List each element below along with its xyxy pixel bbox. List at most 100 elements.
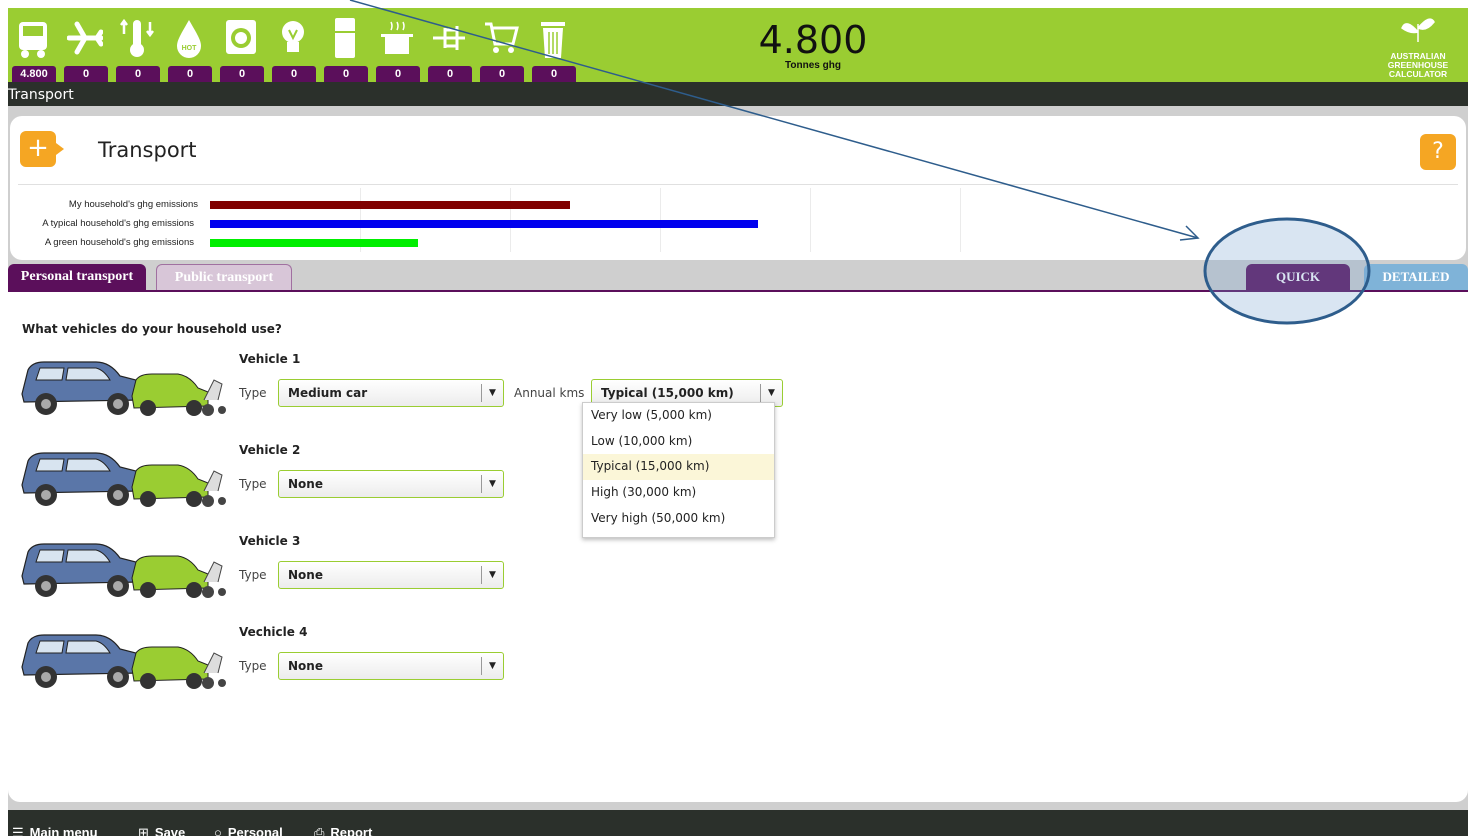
- header: 4.800 0 0 HOT 0 0 0 0 0 0 0 0 4.800 Tonn…: [8, 8, 1468, 106]
- select-value: None: [288, 568, 323, 582]
- light-bulb-icon: [282, 21, 304, 52]
- hot-water-drop-icon: HOT: [177, 20, 201, 58]
- annual-kms-label: Annual kms: [514, 386, 585, 400]
- select-value: Typical (15,000 km): [601, 386, 734, 400]
- personal-label: Personal: [227, 825, 283, 836]
- kms-option[interactable]: Very low (5,000 km): [583, 403, 774, 429]
- total-value: 4.800: [758, 18, 868, 62]
- divider: [18, 184, 1458, 185]
- category-appliances[interactable]: 0: [426, 8, 472, 82]
- report-label: Report: [330, 825, 373, 836]
- logo-line-3: CALCULATOR: [1388, 69, 1448, 79]
- emission-bar-row-typical: A typical household's ghg emissions: [10, 217, 1466, 231]
- save-button[interactable]: ⊞ Save: [138, 825, 185, 836]
- report-button[interactable]: ⎙ Report: [314, 825, 372, 836]
- add-button[interactable]: +: [20, 131, 64, 167]
- vehicle-type-select[interactable]: None ▼: [278, 561, 504, 589]
- report-icon: ⎙: [314, 825, 325, 836]
- cooking-pot-icon: [381, 21, 413, 54]
- category-badge: 0: [532, 66, 576, 82]
- total-unit: Tonnes ghg: [785, 60, 841, 71]
- category-laundry[interactable]: 0: [218, 8, 264, 82]
- type-label: Type: [239, 568, 267, 582]
- category-fridge[interactable]: 0: [322, 8, 368, 82]
- category-hot-water[interactable]: HOT 0: [166, 8, 212, 82]
- calculator-logo: AUSTRALIAN GREENHOUSE CALCULATOR: [1378, 14, 1458, 84]
- vehicles-illustration-icon: [21, 452, 226, 507]
- personal-button[interactable]: ○ Personal: [214, 825, 283, 836]
- category-badge: 0: [272, 66, 316, 82]
- vehicle-title: Vehicle 1: [239, 352, 301, 366]
- select-value: None: [288, 659, 323, 673]
- fridge-icon: [335, 18, 355, 58]
- bar-label: A typical household's ghg emissions: [42, 218, 194, 229]
- vehicle-title: Vehicle 2: [239, 443, 301, 457]
- total-emissions: 4.800 Tonnes ghg: [708, 20, 918, 71]
- vehicle-type-select[interactable]: None ▼: [278, 470, 504, 498]
- bus-icon: [19, 22, 47, 58]
- kms-option[interactable]: Low (10,000 km): [583, 429, 774, 455]
- main-menu-label: Main menu: [29, 825, 98, 836]
- power-plug-icon: [433, 26, 465, 50]
- category-heating[interactable]: 0: [114, 8, 160, 82]
- category-badge: 0: [116, 66, 160, 82]
- bar-label: My household's ghg emissions: [68, 199, 198, 210]
- category-badge: 4.800: [12, 66, 56, 82]
- chevron-down-icon[interactable]: ▼: [481, 657, 503, 675]
- help-button[interactable]: ?: [1420, 134, 1456, 170]
- select-value: None: [288, 477, 323, 491]
- vehicles-illustration-icon: [21, 634, 226, 689]
- panel-title: Transport: [98, 138, 197, 162]
- category-lighting[interactable]: 0: [270, 8, 316, 82]
- footer-bar: ☰ Main menu ⊞ Save ○ Personal ⎙ Report: [8, 810, 1468, 836]
- kms-option[interactable]: High (30,000 km): [583, 480, 774, 506]
- tab-personal-transport[interactable]: Personal transport: [8, 264, 146, 290]
- category-badge: 0: [64, 66, 108, 82]
- annual-kms-dropdown[interactable]: Very low (5,000 km) Low (10,000 km) Typi…: [582, 402, 775, 538]
- tab-public-transport[interactable]: Public transport: [156, 264, 292, 290]
- category-badge: 0: [324, 66, 368, 82]
- vehicles-question: What vehicles do your household use?: [22, 322, 282, 336]
- type-label: Type: [239, 477, 267, 491]
- chevron-down-icon[interactable]: ▼: [481, 384, 503, 402]
- chevron-down-icon[interactable]: ▼: [481, 475, 503, 493]
- category-waste[interactable]: 0: [530, 8, 576, 82]
- category-shopping[interactable]: 0: [478, 8, 524, 82]
- select-value: Medium car: [288, 386, 368, 400]
- vehicles-illustration-icon: [21, 543, 226, 598]
- main-menu-button[interactable]: ☰ Main menu: [12, 825, 98, 836]
- breadcrumb: Transport: [8, 87, 74, 103]
- emission-bar-green: [210, 239, 418, 247]
- washing-machine-icon: [226, 20, 256, 54]
- category-badge: 0: [376, 66, 420, 82]
- category-badge: 0: [220, 66, 264, 82]
- tab-quick[interactable]: QUICK: [1246, 264, 1350, 290]
- menu-icon: ☰: [12, 825, 24, 836]
- tab-detailed[interactable]: DETAILED: [1364, 264, 1468, 290]
- vehicle-title: Vehicle 3: [239, 534, 301, 548]
- vehicle-type-select[interactable]: Medium car ▼: [278, 379, 504, 407]
- chevron-down-icon[interactable]: ▼: [760, 384, 782, 402]
- vehicle-row: Vehicle 3 Type None ▼: [8, 532, 808, 612]
- kms-option[interactable]: Very high (50,000 km): [583, 506, 774, 532]
- category-cooking[interactable]: 0: [374, 8, 420, 82]
- save-icon: ⊞: [138, 825, 149, 836]
- category-air[interactable]: 0: [62, 8, 108, 82]
- vehicle-title: Vechicle 4: [239, 625, 308, 639]
- category-badge: 0: [428, 66, 472, 82]
- bar-label: A green household's ghg emissions: [44, 237, 194, 248]
- emission-bar-typical: [210, 220, 758, 228]
- category-transport[interactable]: 4.800: [10, 8, 56, 82]
- vehicle-type-select[interactable]: None ▼: [278, 652, 504, 680]
- trash-bin-icon: [541, 22, 565, 58]
- kms-option[interactable]: Typical (15,000 km): [583, 454, 774, 481]
- shopping-cart-icon: [485, 22, 519, 53]
- chevron-down-icon[interactable]: ▼: [481, 566, 503, 584]
- emission-bar-mine: [210, 201, 570, 209]
- transport-panel: + Transport ? My household's ghg emissio…: [10, 116, 1466, 260]
- type-label: Type: [239, 386, 267, 400]
- emission-bar-row-green: A green household's ghg emissions: [10, 236, 1466, 250]
- leaf-logo-icon: [1401, 18, 1435, 42]
- vehicles-illustration-icon: [21, 361, 226, 416]
- plane-icon: [67, 21, 103, 55]
